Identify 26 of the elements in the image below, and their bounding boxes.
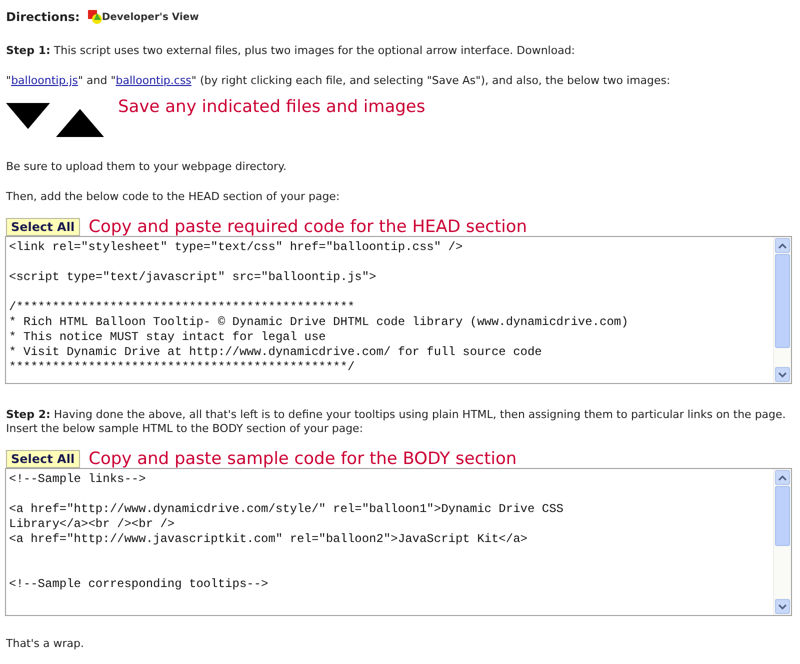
select-all-button[interactable]: Select All <box>6 450 80 468</box>
file-link[interactable]: balloontip.css <box>116 74 192 87</box>
code-textarea[interactable]: <!--Sample links--> <a href="http://www.dynamicdrive.com/style/" rel="balloon1">Dynamic Drive CSS Library</a><br /><br /> <a href="http://www.javascriptkit.com" rel="balloon2">JavaScript Kit</a> <!--Sample corresponding tooltips--> <box>5 468 792 616</box>
paragraph: Be sure to upload them to your webpage directory. <box>6 160 288 174</box>
select-all-button[interactable]: Select All <box>6 218 80 236</box>
code-textarea[interactable]: <link rel="stylesheet" type="text/css" href="balloontip.css" /> <script type="text/javascript" src="balloontip.js"> /*********************************************** * Rich HTML Balloon Tooltip- © Dynamic Drive DHTML code library (www.dynamicdrive.com) * This notice MUST stay intact for legal use * Visit Dynamic Drive at http://www.dynamicdrive.com/ for full source code ***********************************************/ <box>5 236 792 384</box>
scroll-up-icon[interactable] <box>778 242 787 248</box>
paragraph: "balloontip.js" and "balloontip.css" (by right clicking each file, and selecting "Save As"), and also, the below two images: <box>6 74 672 88</box>
scroll-up-icon[interactable] <box>778 474 787 480</box>
paragraph: Then, add the below code to the HEAD section of your page: <box>6 190 341 204</box>
scroll-down-icon[interactable] <box>778 372 787 378</box>
paragraph: Step 2: Having done the above, all that's left is to define your tooltips using plain HTML, then assigning them to particular links on the page. Insert the below sample HTML to the BODY section of your page: <box>6 408 787 436</box>
scrollbar[interactable] <box>773 469 791 615</box>
badge-label: Developer's View <box>102 12 199 22</box>
logo-icon <box>88 10 102 24</box>
annotation: Save any indicated files and images <box>118 97 426 117</box>
down-arrow-icon <box>6 103 50 129</box>
file-link[interactable]: balloontip.js <box>11 74 78 87</box>
annotation: Copy and paste sample code for the BODY section <box>88 448 517 468</box>
scrollbar[interactable] <box>773 237 791 383</box>
annotation: Copy and paste required code for the HEAD section <box>88 216 528 236</box>
paragraph: Step 1: This script uses two external files, plus two images for the optional arrow interface. Download: <box>6 44 576 58</box>
paragraph: That's a wrap. <box>6 637 85 651</box>
directions-label: Directions: <box>6 10 80 24</box>
scroll-down-icon[interactable] <box>778 604 787 610</box>
up-arrow-icon <box>56 109 104 137</box>
